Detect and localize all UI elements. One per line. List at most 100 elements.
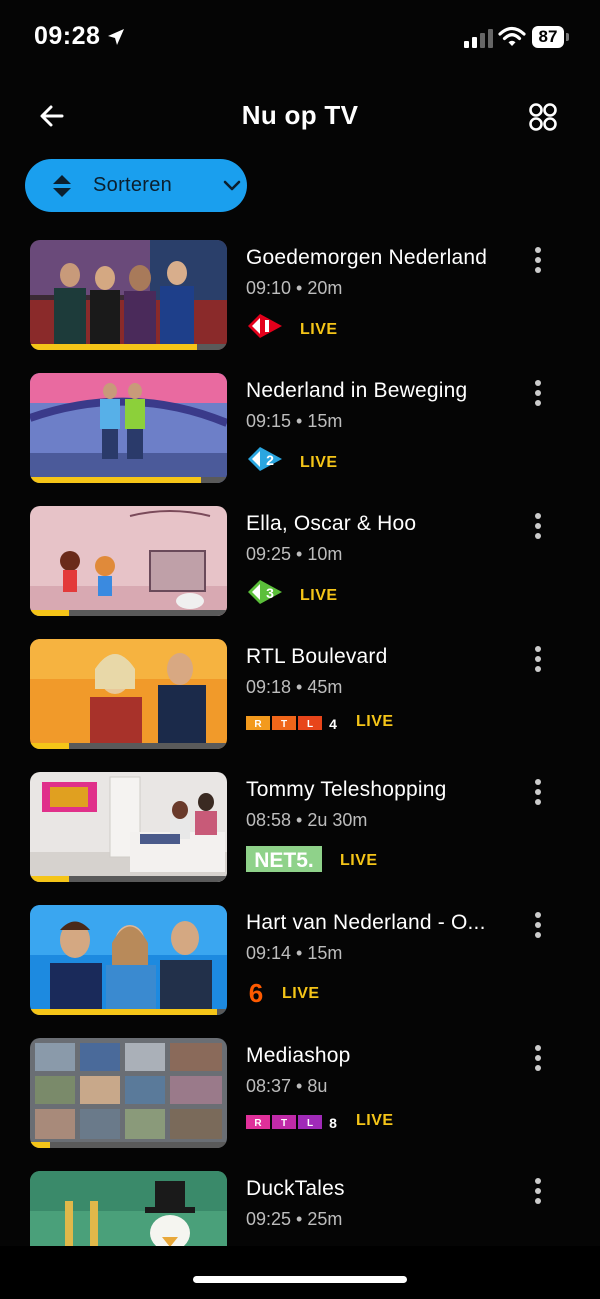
wifi-icon [498,26,526,46]
program-row[interactable]: Mediashop 08:37 • 8u R T L 8 LIVE [0,1038,600,1151]
svg-text:L: L [307,719,313,730]
program-row[interactable]: Hart van Nederland - O... 09:14 • 15m 6 … [0,905,600,1018]
news-presenters-image [30,905,227,1015]
rtl8-logo-icon: R T L 8 [246,1115,337,1131]
svg-text:R: R [254,719,262,730]
bottom-safe-area [0,1246,600,1299]
program-thumbnail[interactable] [30,240,227,350]
rtl4-logo-icon: R T L 4 [246,716,337,732]
sort-button[interactable]: Sorteren [25,159,247,212]
sbs6-logo-icon: 6 [249,979,263,1005]
location-arrow-icon [108,29,124,45]
net5-logo-icon: NET5. [246,846,322,872]
rtl4-channel-number: 4 [329,716,337,732]
program-row[interactable]: Tommy Teleshopping 08:58 • 2u 30m NET5. … [0,772,600,885]
signal-icon [464,29,493,48]
program-row[interactable]: Goedemorgen Nederland 09:10 • 20m LIVE [0,240,600,353]
rtl8-channel-number: 8 [329,1115,337,1131]
progress-bar [30,344,227,350]
status-time: 09:28 [34,22,101,50]
program-thumbnail[interactable] [30,905,227,1015]
svg-text:3: 3 [266,585,274,601]
more-vertical-icon[interactable] [532,512,544,540]
live-badge: LIVE [356,1112,394,1129]
studio-hosts-image [30,240,227,350]
live-badge: LIVE [300,454,338,471]
more-vertical-icon[interactable] [532,911,544,939]
battery-nub [566,33,569,41]
live-badge: LIVE [300,587,338,604]
program-title: DuckTales [246,1177,345,1200]
progress-bar [30,610,227,616]
program-title: Nederland in Beweging [246,379,468,402]
page-title: Nu op TV [241,100,359,130]
live-badge: LIVE [282,985,320,1002]
grid-icon[interactable] [528,102,558,132]
progress-fill [30,477,202,483]
more-vertical-icon[interactable] [532,246,544,274]
more-vertical-icon[interactable] [532,379,544,407]
battery-level: 87 [532,26,564,48]
program-time: 09:25 • 10m [246,544,343,564]
program-thumbnail[interactable] [30,373,227,483]
npo2-logo-icon: 2 [248,447,282,471]
living-room-image [30,772,227,882]
more-vertical-icon[interactable] [532,1044,544,1072]
npo1-logo-icon [248,314,282,338]
progress-fill [30,344,198,350]
program-title: Tommy Teleshopping [246,778,447,801]
more-vertical-icon[interactable] [532,645,544,673]
net5-logo-text: NET5. [254,849,314,872]
chevron-down-icon [223,180,241,191]
sort-label: Sorteren [93,174,173,196]
presenters-image [30,639,227,749]
program-title: Mediashop [246,1044,351,1067]
progress-bar [30,743,227,749]
progress-bar [30,1142,227,1148]
status-bar: 09:28 87 [0,0,600,80]
program-title: Ella, Oscar & Hoo [246,512,417,535]
progress-fill [30,1142,50,1148]
program-time: 08:58 • 2u 30m [246,810,368,830]
progress-fill [30,876,70,882]
progress-fill [30,610,70,616]
svg-text:R: R [254,1118,262,1129]
sbs6-logo-text: 6 [249,979,263,1005]
program-title: Goedemorgen Nederland [246,246,488,269]
home-indicator[interactable] [193,1276,407,1283]
video-wall-image [30,1038,227,1148]
program-time: 08:37 • 8u [246,1076,328,1096]
progress-bar [30,876,227,882]
program-time: 09:25 • 25m [246,1209,343,1229]
svg-text:T: T [281,1118,287,1129]
program-time: 09:18 • 45m [246,677,343,697]
program-row[interactable]: RTL Boulevard 09:18 • 45m R T L 4 LIVE [0,639,600,752]
battery-indicator: 87 [532,26,570,48]
studio-exercise-image [30,373,227,483]
program-title: Hart van Nederland - O... [246,911,486,934]
svg-text:2: 2 [266,452,274,468]
program-row[interactable]: Nederland in Beweging 09:15 • 15m 2 LIVE [0,373,600,486]
program-title: RTL Boulevard [246,645,388,668]
cartoon-image [30,506,227,616]
program-time: 09:14 • 15m [246,943,343,963]
sort-updown-icon [53,175,71,197]
progress-bar [30,477,227,483]
npo3-logo-icon: 3 [248,580,282,604]
program-thumbnail[interactable] [30,1038,227,1148]
program-thumbnail[interactable] [30,506,227,616]
program-time: 09:10 • 20m [246,278,343,298]
svg-text:T: T [281,719,287,730]
live-badge: LIVE [356,713,394,730]
svg-text:L: L [307,1118,313,1129]
screen: 09:28 87 Nu op TV Sorteren Goedemorgen N… [0,0,600,1299]
more-vertical-icon[interactable] [532,1177,544,1205]
program-row[interactable]: Ella, Oscar & Hoo 09:25 • 10m 3 LIVE [0,506,600,619]
program-thumbnail[interactable] [30,772,227,882]
live-badge: LIVE [300,321,338,338]
more-vertical-icon[interactable] [532,778,544,806]
live-badge: LIVE [340,852,378,869]
progress-bar [30,1009,227,1015]
progress-fill [30,1009,218,1015]
program-thumbnail[interactable] [30,639,227,749]
